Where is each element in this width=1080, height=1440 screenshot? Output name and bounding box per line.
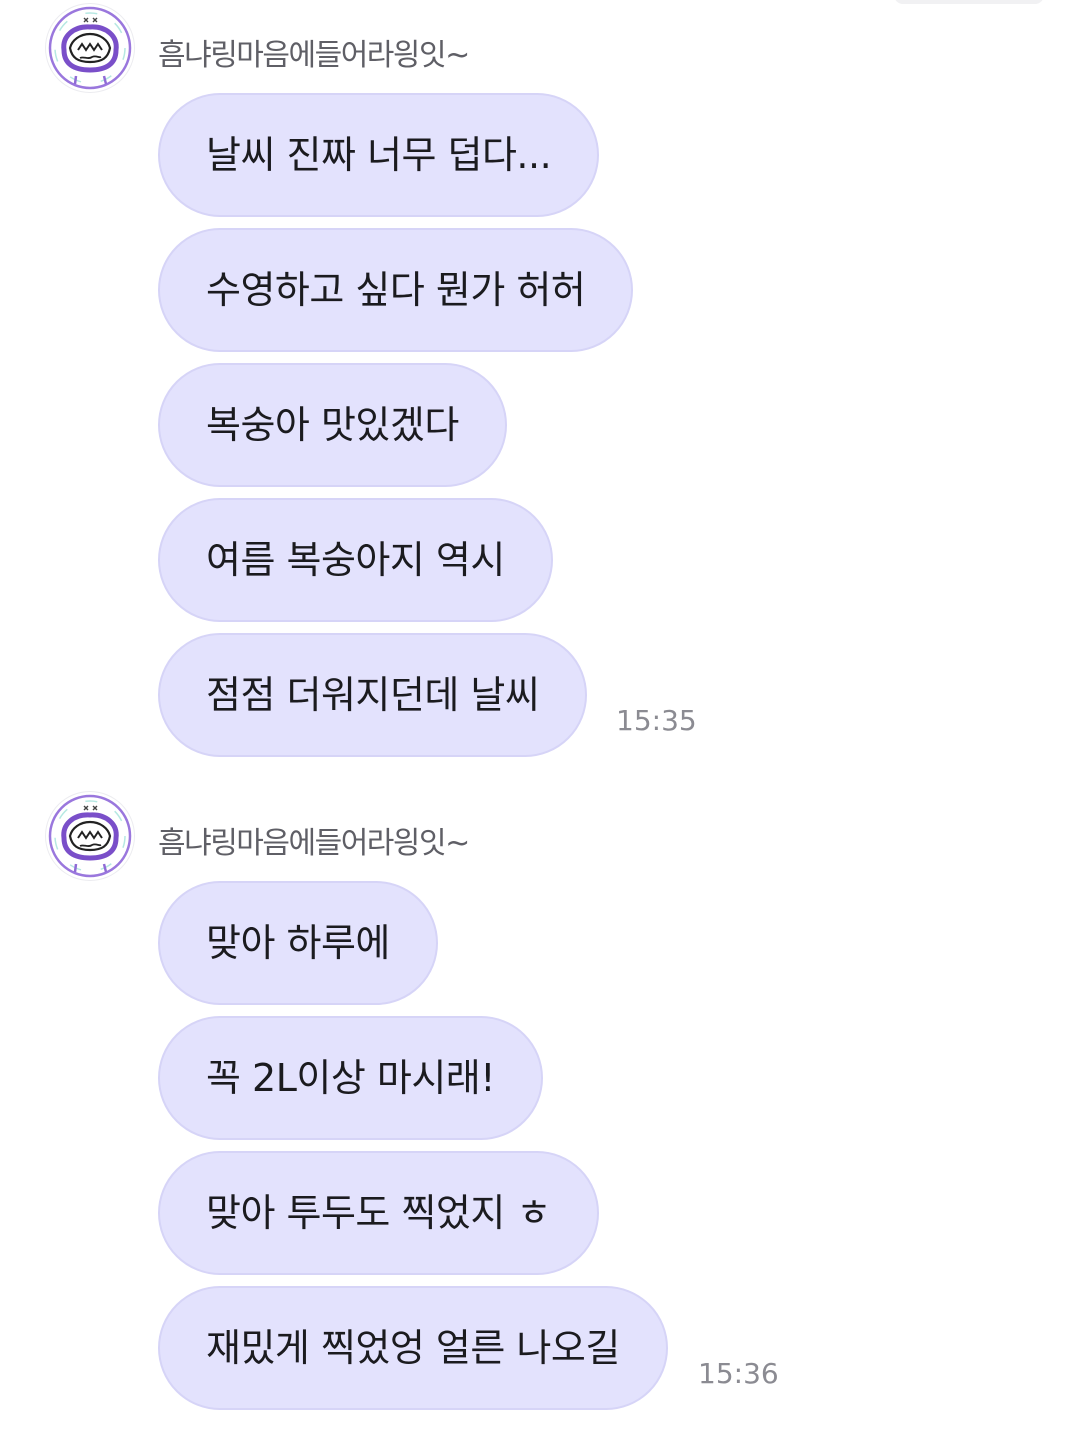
message-bubble[interactable]: 수영하고 싶다 뭔가 허허 [158,228,634,352]
sender-name: 흠냐링마음에들어라읭잇~ [158,38,470,73]
message-bubble[interactable]: 맞아 투두도 찍었지 ㅎ [158,1151,599,1275]
message-bubble[interactable]: 재밌게 찍었엉 얼른 나오길 [158,1286,668,1410]
message-bubble[interactable]: 복숭아 맛있겠다 [158,363,507,487]
message-timestamp: 15:36 [698,1357,779,1390]
sender-name: 흠냐링마음에들어라읭잇~ [158,826,470,861]
top-pill [894,0,1044,4]
bread-bun-avatar-icon[interactable] [46,792,134,880]
message-bubble[interactable]: 날씨 진짜 너무 덥다... [158,93,600,217]
message-bubble[interactable]: 여름 복숭아지 역시 [158,498,553,622]
message-bubble[interactable]: 꼭 2L이상 마시래! [158,1016,543,1140]
message-timestamp: 15:35 [616,704,697,737]
message-bubble[interactable]: 맞아 하루에 [158,881,438,1005]
bread-bun-avatar-icon[interactable] [46,4,134,92]
message-bubble[interactable]: 점점 더워지던데 날씨 [158,633,588,757]
